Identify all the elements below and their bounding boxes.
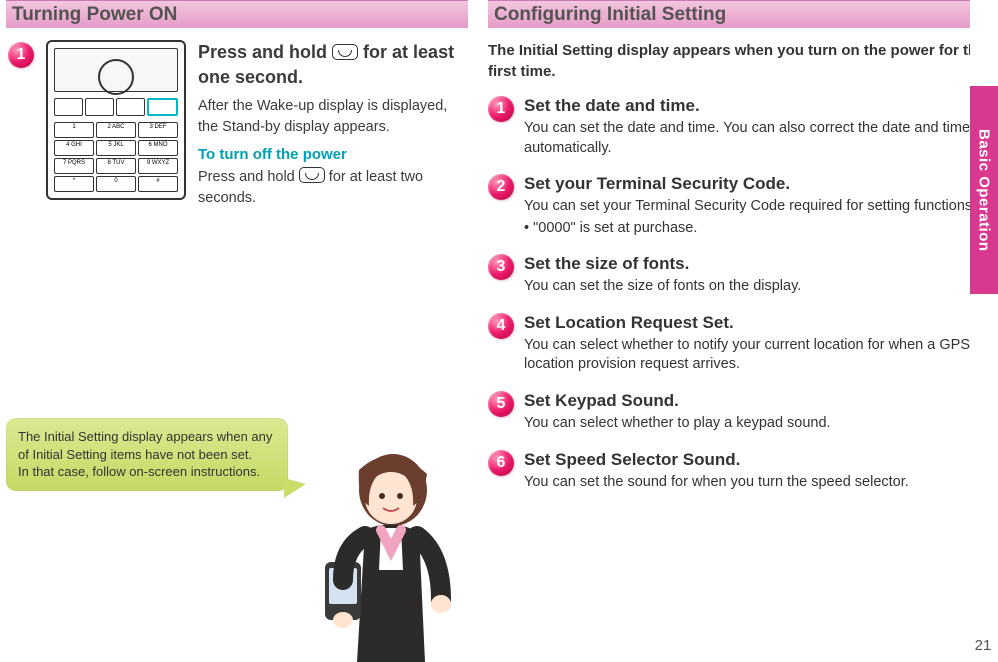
step-title: Set the date and time. [524,96,988,116]
step-6: 6 Set Speed Selector Sound. You can set … [488,450,988,493]
step-desc: You can set the size of fonts on the dis… [524,277,988,297]
step-number: 2 [488,174,514,200]
end-call-icon [299,167,325,183]
step-desc: You can set your Terminal Security Code … [524,197,988,217]
left-header-text: Turning Power ON [12,4,177,26]
step-1: 1 Set the date and time. You can set the… [488,96,988,158]
step-title: Set Speed Selector Sound. [524,450,988,470]
step-desc: You can select whether to play a keypad … [524,414,988,434]
step-title: Set Location Request Set. [524,313,988,333]
step-1-number: 1 [8,42,34,68]
page-number: 21 [972,637,994,654]
phone-illustration: 12 ABC3 DEF 4 GHI5 JKL6 MNO 7 PQRS8 TUV9… [46,40,186,200]
power-key-highlight [147,98,178,116]
step-desc: You can set the date and time. You can a… [524,119,988,158]
step-1-title: Press and hold for at least one second. [198,40,468,90]
callout-text: The Initial Setting display appears when… [18,429,272,479]
turnoff-desc: Press and hold for at least two seconds. [198,167,468,209]
assistant-character-illustration [295,430,475,662]
step-1-desc: After the Wake-up display is displayed, … [198,96,468,138]
section-tab: Basic Operation [970,86,998,294]
step-number: 4 [488,313,514,339]
step-3: 3 Set the size of fonts. You can set the… [488,254,988,297]
right-intro: The Initial Setting display appears when… [488,40,988,82]
step-desc: You can set the sound for when you turn … [524,473,988,493]
step-5: 5 Set Keypad Sound. You can select wheth… [488,391,988,434]
step-4: 4 Set Location Request Set. You can sele… [488,313,988,375]
step-desc: You can select whether to notify your cu… [524,336,988,375]
callout-bubble: The Initial Setting display appears when… [6,418,288,491]
step-title: Set the size of fonts. [524,254,988,274]
step-title: Set Keypad Sound. [524,391,988,411]
step-number: 6 [488,450,514,476]
right-header-text: Configuring Initial Setting [494,4,726,26]
step-2: 2 Set your Terminal Security Code. You c… [488,174,988,238]
turnoff-heading: To turn off the power [198,146,468,163]
step-title: Set your Terminal Security Code. [524,174,988,194]
step-number: 3 [488,254,514,280]
left-header: Turning Power ON [6,0,468,28]
right-header: Configuring Initial Setting [488,0,988,28]
end-call-icon [332,44,358,60]
step-bullet: • "0000" is set at purchase. [524,219,988,239]
step-number: 1 [488,96,514,122]
step-number: 5 [488,391,514,417]
